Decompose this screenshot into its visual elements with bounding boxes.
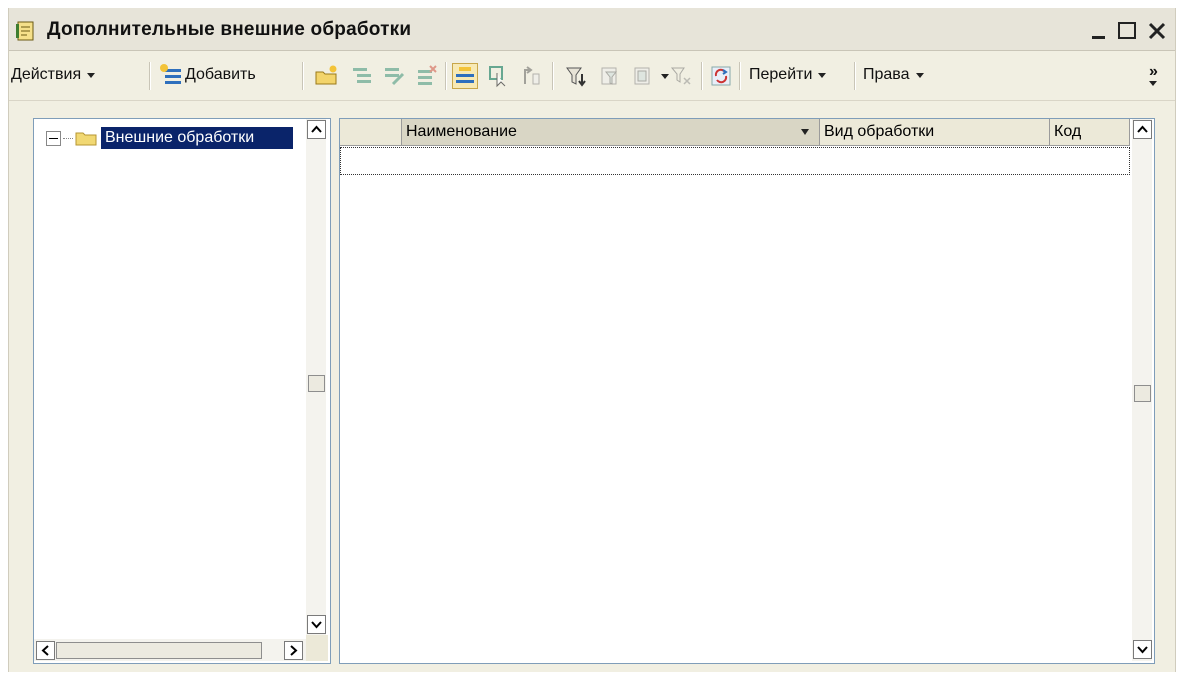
table-vertical-scrollbar[interactable] [1132, 119, 1152, 661]
hierarchy-view-icon[interactable] [452, 63, 478, 89]
title-bar[interactable]: Дополнительные внешние обработки [9, 8, 1175, 51]
processing-document-icon [16, 21, 34, 41]
collapse-icon[interactable] [46, 130, 61, 146]
goto-menu-label: Перейти [749, 66, 813, 83]
clear-filter-icon[interactable] [669, 64, 693, 88]
chevron-down-icon [311, 621, 322, 629]
add-button-label: Добавить [185, 66, 256, 83]
chevron-down-icon [1137, 646, 1148, 654]
add-item-icon [160, 64, 181, 84]
folder-tree[interactable]: Внешние обработки [33, 118, 331, 664]
dropdown-arrow-icon [915, 72, 924, 78]
edit-item-icon[interactable] [381, 64, 405, 88]
tree-item-label: Внешние обработки [101, 127, 293, 149]
sort-descending-icon [801, 129, 809, 135]
toolbar-overflow-button[interactable]: » [1149, 58, 1158, 92]
scroll-right-button[interactable] [284, 641, 303, 660]
column-header-label: Код [1054, 123, 1082, 140]
window: Дополнительные внешние обработки Действи… [8, 8, 1176, 672]
toolbar-separator [552, 62, 554, 90]
toolbar-separator [445, 62, 447, 90]
folder-icon [75, 132, 97, 146]
column-header-code[interactable]: Код [1050, 119, 1130, 145]
toolbar: Действия Добавить Перейти Права » [9, 56, 1175, 96]
scroll-thumb[interactable] [308, 375, 325, 392]
new-folder-icon[interactable] [314, 64, 338, 88]
rights-menu-label: Права [863, 66, 910, 83]
tree-item-external-processing[interactable]: Внешние обработки [46, 125, 293, 151]
chevron-left-icon [41, 645, 49, 656]
tree-horizontal-scrollbar[interactable] [34, 639, 306, 661]
toolbar-separator [149, 62, 151, 90]
rights-menu-button[interactable]: Права [863, 58, 924, 92]
table-row-focus[interactable] [340, 147, 1130, 175]
dropdown-arrow-icon [1149, 80, 1158, 86]
scroll-down-button[interactable] [307, 615, 326, 634]
actions-menu-label: Действия [11, 66, 82, 83]
chevron-up-icon [311, 125, 322, 133]
add-button[interactable]: Добавить [159, 58, 256, 92]
toolbar-separator [701, 62, 703, 90]
processing-list-table[interactable]: Наименование Вид обработки Код [339, 118, 1155, 664]
chevron-right-icon [290, 645, 298, 656]
toolbar-separator [854, 62, 856, 90]
level-up-icon[interactable] [519, 64, 543, 88]
toolbar-separator [739, 62, 741, 90]
maximize-icon[interactable] [1113, 16, 1141, 44]
overflow-chevron-icon: » [1149, 62, 1158, 80]
scroll-down-button[interactable] [1133, 640, 1152, 659]
close-icon[interactable] [1143, 16, 1171, 44]
minimize-icon[interactable] [1085, 16, 1113, 44]
dropdown-arrow-icon [87, 72, 96, 78]
table-header: Наименование Вид обработки Код [340, 119, 1130, 146]
select-pointer-icon[interactable] [487, 64, 511, 88]
scroll-left-button[interactable] [36, 641, 55, 660]
actions-menu-button[interactable]: Действия [11, 58, 96, 92]
refresh-icon[interactable] [709, 64, 733, 88]
column-header-label: Наименование [406, 123, 517, 140]
chevron-up-icon [1137, 125, 1148, 133]
filter-settings-icon[interactable] [564, 64, 588, 88]
dropdown-arrow-icon[interactable] [661, 74, 669, 79]
dropdown-arrow-icon [818, 72, 827, 78]
scroll-up-button[interactable] [307, 120, 326, 139]
window-title: Дополнительные внешние обработки [47, 19, 412, 40]
scroll-up-button[interactable] [1133, 120, 1152, 139]
filter-history-icon[interactable] [631, 64, 655, 88]
filter-by-value-icon[interactable] [598, 64, 622, 88]
scrollbar-corner [306, 635, 328, 661]
column-header-processing-type[interactable]: Вид обработки [820, 119, 1050, 145]
scroll-thumb[interactable] [56, 642, 262, 659]
toolbar-separator [302, 62, 304, 90]
column-header-name[interactable]: Наименование [402, 119, 820, 145]
scroll-thumb[interactable] [1134, 385, 1151, 402]
tree-connector [63, 137, 73, 139]
toolbar-divider [9, 100, 1175, 101]
delete-mark-icon[interactable] [414, 64, 438, 88]
goto-menu-button[interactable]: Перейти [749, 58, 827, 92]
copy-item-icon[interactable] [349, 64, 373, 88]
tree-vertical-scrollbar[interactable] [306, 119, 326, 635]
row-marker-column-header[interactable] [340, 119, 402, 145]
column-header-label: Вид обработки [824, 123, 935, 140]
